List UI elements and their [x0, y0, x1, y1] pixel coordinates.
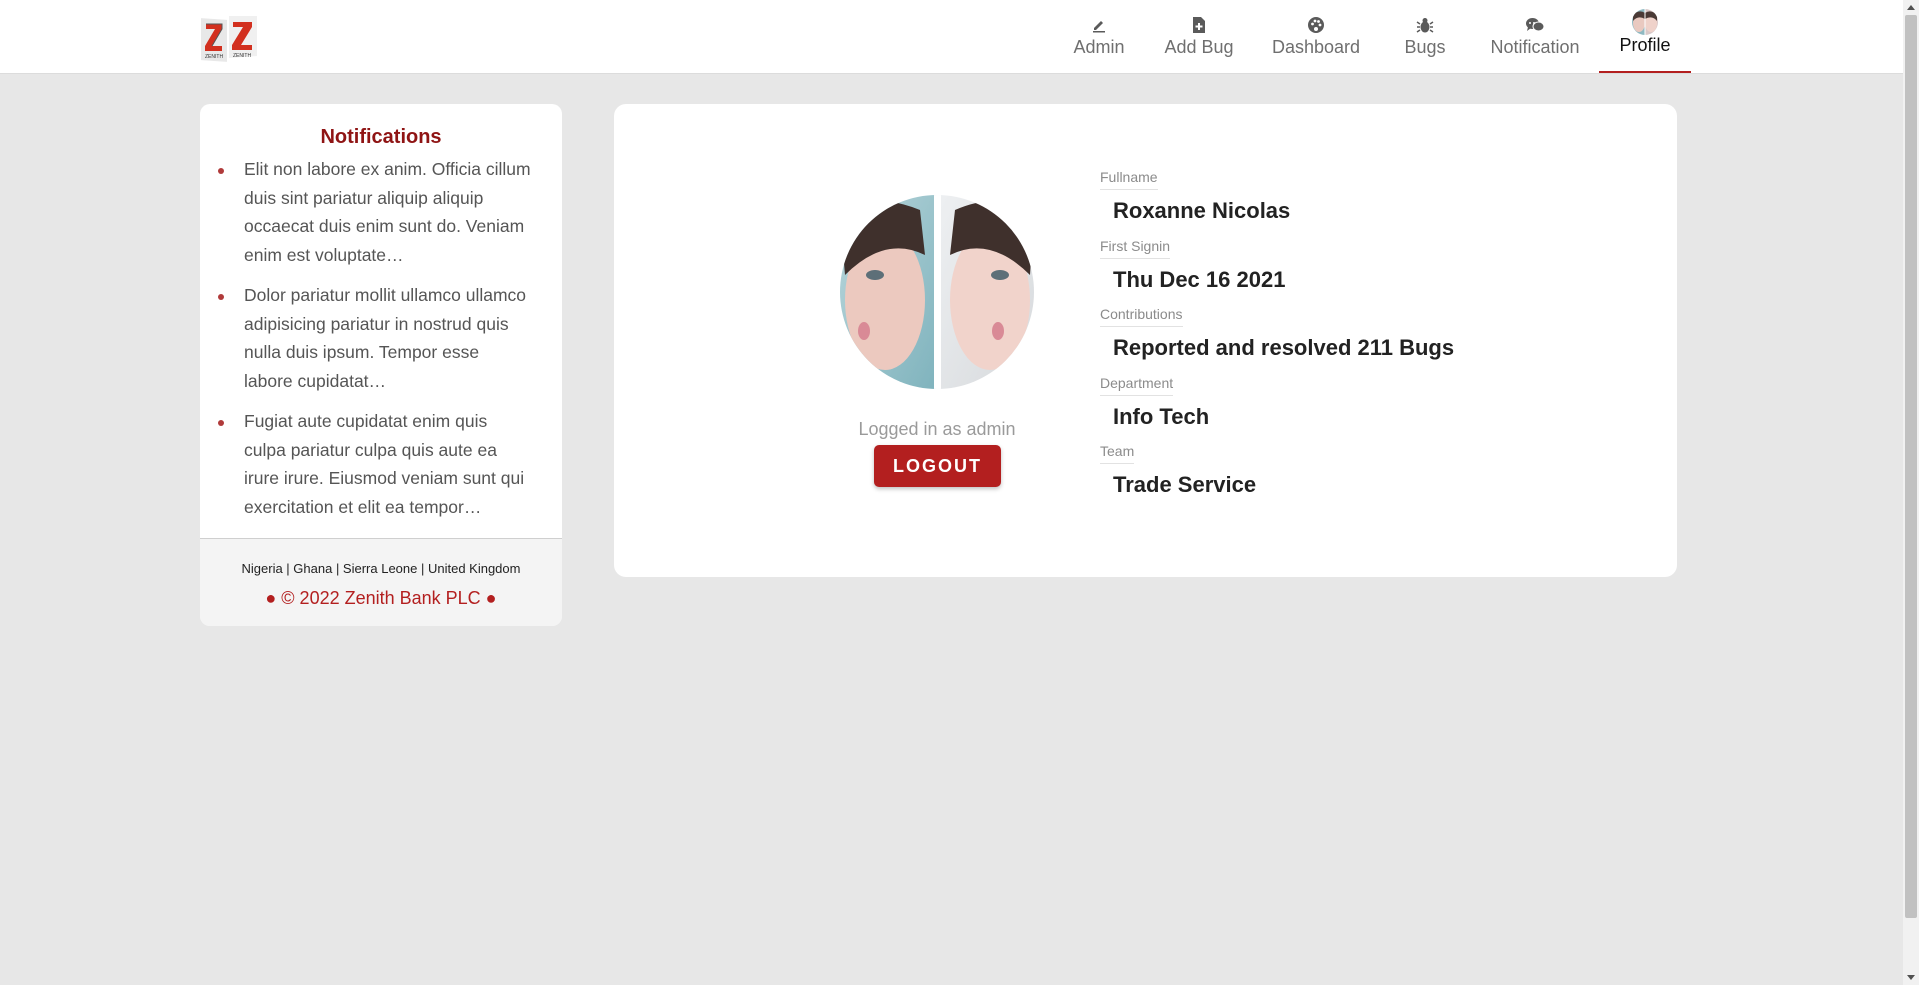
field-label: Team — [1100, 443, 1135, 464]
nav-notification-label: Notification — [1490, 37, 1580, 57]
bullet-icon — [218, 420, 224, 426]
nav-profile[interactable]: Profile — [1599, 0, 1691, 73]
vertical-scrollbar[interactable] — [1903, 0, 1919, 985]
profile-details: Fullname Roxanne Nicolas First Signin Th… — [1100, 169, 1454, 512]
nav-add-bug-label: Add Bug — [1164, 37, 1234, 57]
logged-in-status: Logged in as admin — [858, 419, 1016, 439]
notifications-panel: Notifications Elit non labore ex anim. O… — [200, 104, 562, 626]
notification-text: Fugiat aute cupidatat enim quis culpa pa… — [244, 411, 525, 517]
profile-card: Logged in as admin LOGOUT Fullname Roxan… — [614, 104, 1677, 577]
field-value: Thu Dec 16 2021 — [1113, 266, 1286, 292]
palette-icon — [1307, 15, 1325, 35]
bullet-icon — [218, 168, 224, 174]
notification-item[interactable]: Fugiat aute cupidatat enim quis culpa pa… — [218, 407, 532, 521]
svg-text:ZENITH: ZENITH — [233, 53, 251, 59]
nav-notification[interactable]: Notification — [1488, 0, 1582, 74]
nav-admin-label: Admin — [1073, 37, 1125, 57]
field-label: First Signin — [1100, 238, 1171, 259]
nav-profile-label: Profile — [1619, 35, 1671, 55]
avatar — [1632, 9, 1658, 35]
nav-admin[interactable]: Admin — [1071, 0, 1127, 74]
field-value: Trade Service — [1113, 472, 1257, 497]
zenith-bank-logo[interactable]: ZENITH ZENITH — [200, 14, 260, 64]
notification-item[interactable]: Elit non labore ex anim. Officia cillum … — [218, 155, 532, 269]
countries-list: Nigeria | Ghana | Sierra Leone | United … — [241, 561, 521, 576]
field-value: Reported and resolved 211 Bugs — [1113, 335, 1455, 360]
bullet-icon — [218, 294, 224, 300]
field-label: Fullname — [1100, 169, 1158, 190]
pencil-icon — [1091, 15, 1107, 35]
field-contributions: Contributions Reported and resolved 211 … — [1100, 306, 1454, 375]
field-label: Contributions — [1100, 306, 1183, 327]
top-navbar: ZENITH ZENITH Admin Add Bug Dashboard Bu… — [0, 0, 1903, 74]
nav-bugs-label: Bugs — [1404, 37, 1446, 57]
notifications-footer: Nigeria | Ghana | Sierra Leone | United … — [200, 538, 562, 626]
svg-text:ZENITH: ZENITH — [205, 54, 223, 60]
scroll-up-icon[interactable] — [1907, 5, 1915, 10]
scroll-thumb[interactable] — [1905, 15, 1917, 918]
profile-avatar — [840, 195, 1034, 389]
notification-text: Dolor pariatur mollit ullamco ullamco ad… — [244, 285, 527, 391]
nav-bugs[interactable]: Bugs — [1403, 0, 1447, 74]
file-plus-icon — [1192, 15, 1206, 35]
field-value: Info Tech — [1113, 403, 1210, 429]
notification-text: Elit non labore ex anim. Officia cillum … — [244, 159, 531, 265]
nav-dashboard-label: Dashboard — [1271, 37, 1361, 57]
scroll-down-icon[interactable] — [1907, 975, 1915, 980]
nav-dashboard[interactable]: Dashboard — [1269, 0, 1363, 74]
field-fullname: Fullname Roxanne Nicolas — [1100, 169, 1454, 238]
nav-add-bug[interactable]: Add Bug — [1160, 0, 1238, 74]
field-department: Department Info Tech — [1100, 375, 1454, 444]
chat-bubbles-icon — [1525, 15, 1545, 35]
copyright-text: ● © 2022 Zenith Bank PLC ● — [265, 588, 497, 608]
notification-item[interactable]: Dolor pariatur mollit ullamco ullamco ad… — [218, 281, 532, 395]
notifications-title: Notifications — [320, 126, 442, 148]
bug-icon — [1416, 15, 1434, 35]
field-value: Roxanne Nicolas — [1113, 198, 1291, 223]
field-first-signin: First Signin Thu Dec 16 2021 — [1100, 238, 1454, 307]
field-label: Department — [1100, 375, 1174, 396]
field-team: Team Trade Service — [1100, 443, 1454, 512]
logout-button[interactable]: LOGOUT — [874, 445, 1001, 487]
notifications-list: Elit non labore ex anim. Officia cillum … — [200, 155, 562, 521]
